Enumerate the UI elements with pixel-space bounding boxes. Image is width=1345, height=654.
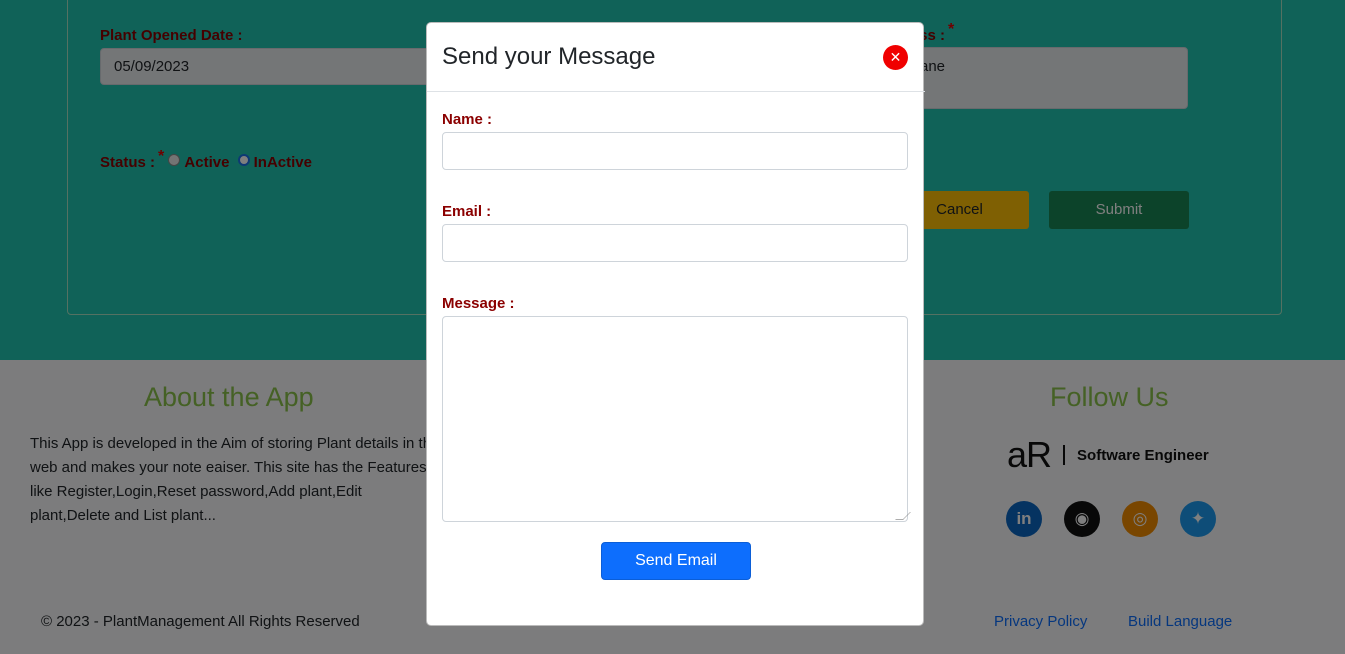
close-icon[interactable]: ✕ bbox=[883, 45, 908, 70]
name-label: Name : bbox=[442, 111, 493, 128]
message-label: Message : bbox=[442, 295, 515, 312]
modal-title: Send your Message bbox=[442, 43, 656, 70]
email-input[interactable] bbox=[442, 224, 908, 262]
send-message-modal: Send your Message ✕ Name : Email : Messa… bbox=[426, 22, 925, 626]
message-textarea[interactable] bbox=[442, 316, 908, 522]
modal-header: Send your Message ✕ bbox=[427, 23, 925, 92]
email-label: Email : bbox=[442, 203, 492, 220]
send-email-button[interactable]: Send Email bbox=[601, 542, 751, 580]
name-input[interactable] bbox=[442, 132, 908, 170]
